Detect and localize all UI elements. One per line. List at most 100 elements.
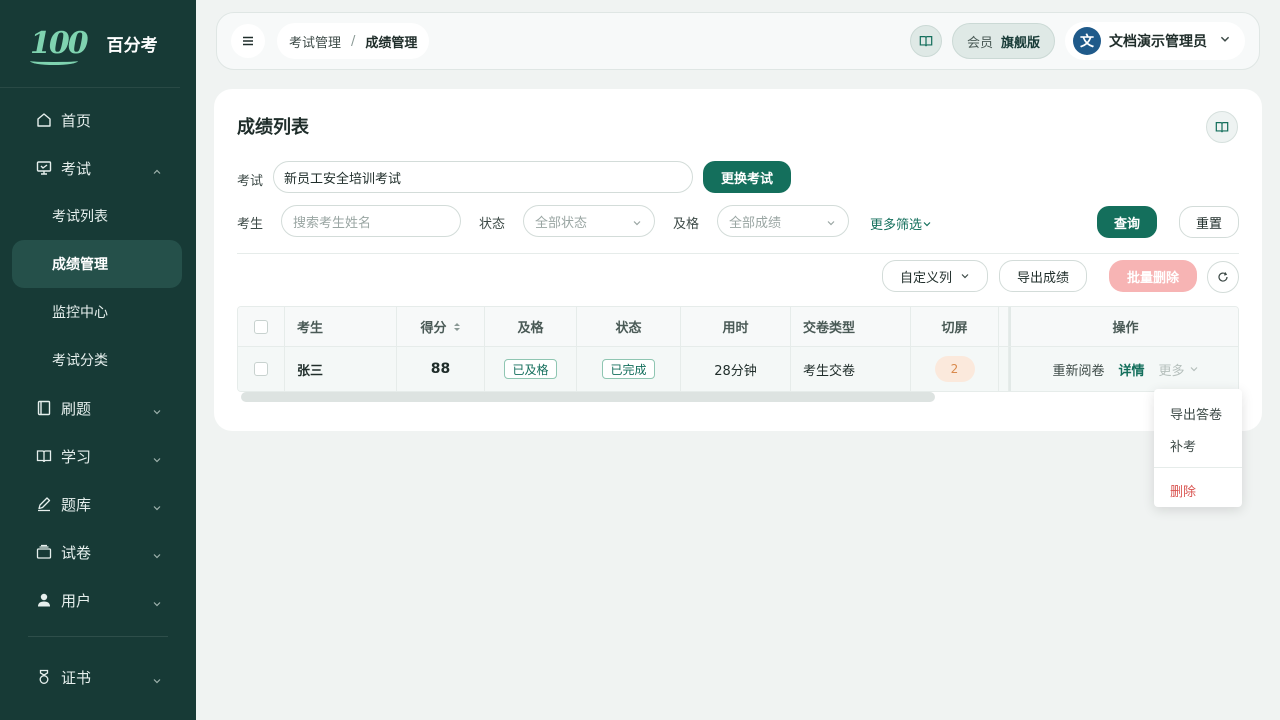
sidebar-item-exam[interactable]: 考试 (0, 144, 196, 192)
sidebar-item-papers[interactable]: 试卷 (0, 528, 196, 576)
header-status: 状态 (577, 307, 681, 346)
reset-button[interactable]: 重置 (1179, 206, 1239, 238)
membership-badge[interactable]: 会员 旗舰版 (951, 23, 1055, 59)
header-score-label: 得分 (420, 321, 447, 336)
header-score[interactable]: 得分 (397, 307, 485, 346)
score-table: 考生 得分 及格 状态 用时 交卷类型 切屏 操作 张三 88 已及格 已完成 … (237, 306, 1239, 392)
screen-switch-count: 2 (934, 356, 975, 382)
cell-submit-type: 考生交卷 (791, 347, 911, 391)
docs-button[interactable] (909, 25, 942, 57)
page-title: 成绩列表 (237, 117, 309, 138)
chevron-down-icon (152, 595, 162, 613)
table-horizontal-scrollbar[interactable] (241, 392, 935, 402)
breadcrumb-separator: / (351, 33, 356, 49)
exam-label: 考试 (237, 174, 264, 189)
pass-label: 及格 (673, 217, 700, 232)
chevron-down-icon (1219, 33, 1231, 49)
exam-field[interactable]: 新员工安全培训考试 (273, 161, 693, 193)
header-examinee: 考生 (285, 307, 397, 346)
menu-toggle-button[interactable] (231, 24, 265, 58)
book-open-icon (1215, 122, 1229, 133)
monitor-icon (36, 160, 52, 176)
score-value: 88 (430, 361, 451, 377)
sidebar-item-label: 试卷 (61, 543, 92, 562)
avatar: 文 (1073, 27, 1101, 55)
regrade-link[interactable]: 重新阅卷 (1052, 360, 1104, 379)
change-exam-button[interactable]: 更换考试 (703, 161, 791, 193)
makeup-exam-item[interactable]: 补考 (1154, 429, 1242, 461)
book-open-icon (919, 36, 933, 47)
select-all-checkbox[interactable] (254, 319, 268, 334)
sidebar-item-label: 刷题 (61, 399, 92, 418)
chevron-down-icon (152, 451, 162, 469)
custom-columns-label: 自定义列 (899, 270, 952, 286)
sidebar-subitem-exam-list[interactable]: 考试列表 (0, 192, 196, 240)
breadcrumb-item[interactable]: 考试管理 (289, 32, 341, 51)
chevron-down-icon (152, 499, 162, 517)
brand-name: 百分考 (106, 36, 158, 56)
chevron-down-icon (1190, 367, 1197, 372)
more-filters-label: 更多筛选 (870, 218, 923, 233)
chevron-down-icon (152, 547, 162, 565)
header-screen-switch: 切屏 (911, 307, 999, 346)
topbar-right: 会员 旗舰版 文 文档演示管理员 (909, 22, 1245, 60)
sidebar-item-certificates[interactable]: 证书 (0, 653, 196, 701)
cell-screen-switch: 2 (911, 347, 999, 391)
sidebar-item-question-bank[interactable]: 题库 (0, 480, 196, 528)
export-answer-sheet-item[interactable]: 导出答卷 (1154, 397, 1242, 429)
sidebar-subitem-score-management[interactable]: 成绩管理 (12, 240, 182, 288)
user-name: 文档演示管理员 (1109, 34, 1207, 50)
row-checkbox[interactable] (254, 362, 268, 376)
chevron-down-icon (632, 217, 642, 232)
help-docs-button[interactable] (1206, 111, 1238, 143)
sort-icon (453, 322, 461, 332)
medal-icon (36, 669, 52, 685)
sidebar-item-label: 考试 (61, 159, 92, 178)
brand[interactable]: 100 百分考 (0, 0, 180, 88)
pass-select[interactable]: 全部成绩 (717, 205, 849, 237)
chevron-down-icon (152, 672, 162, 690)
cell-score: 88 (397, 347, 485, 391)
examinee-name: 张三 (297, 363, 324, 379)
table-header: 考生 得分 及格 状态 用时 交卷类型 切屏 操作 (238, 307, 1238, 347)
query-button[interactable]: 查询 (1097, 206, 1157, 238)
cell-actions: 重新阅卷 详情 更多 (1009, 347, 1238, 391)
custom-columns-button[interactable]: 自定义列 (882, 260, 988, 292)
more-actions-dropdown: 导出答卷 补考 删除 (1154, 389, 1242, 507)
cell-pass: 已及格 (485, 347, 577, 391)
sidebar-item-home[interactable]: 首页 (0, 96, 196, 144)
sidebar-item-study[interactable]: 学习 (0, 432, 196, 480)
delete-item[interactable]: 删除 (1154, 474, 1242, 506)
sidebar-item-label: 证书 (61, 668, 92, 687)
user-menu[interactable]: 文 文档演示管理员 (1065, 22, 1245, 60)
hamburger-icon (243, 36, 253, 46)
details-link[interactable]: 详情 (1118, 360, 1144, 379)
sidebar-item-label: 学习 (61, 447, 92, 466)
membership-level: 旗舰版 (1000, 35, 1040, 51)
refresh-button[interactable] (1207, 261, 1239, 293)
home-icon (36, 112, 52, 128)
brand-logo: 100 (30, 26, 89, 65)
cell-gap (999, 347, 1009, 391)
breadcrumb-current: 成绩管理 (365, 35, 418, 51)
header-duration: 用时 (681, 307, 791, 346)
more-actions-link[interactable]: 更多 (1159, 360, 1199, 379)
sidebar-subitem-monitor-center[interactable]: 监控中心 (0, 288, 196, 336)
status-select[interactable]: 全部状态 (523, 205, 655, 237)
status-label: 状态 (479, 217, 506, 232)
sidebar-subitem-exam-category[interactable]: 考试分类 (0, 336, 196, 384)
sidebar-item-users[interactable]: 用户 (0, 576, 196, 624)
membership-label: 会员 (966, 35, 993, 51)
sidebar-item-practice[interactable]: 刷题 (0, 384, 196, 432)
topbar: 考试管理 / 成绩管理 会员 旗舰版 文 文档演示管理员 (216, 12, 1260, 70)
chevron-down-icon (826, 217, 836, 232)
header-checkbox-cell (238, 307, 285, 346)
user-icon (36, 592, 52, 608)
more-actions-label: 更多 (1158, 363, 1185, 379)
more-filters-link[interactable]: 更多筛选 (870, 214, 932, 233)
chevron-down-icon (152, 403, 162, 421)
examinee-search-input[interactable]: 搜索考生姓名 (281, 205, 461, 237)
row-checkbox-cell (238, 347, 285, 391)
batch-delete-button[interactable]: 批量删除 (1109, 260, 1197, 292)
export-scores-button[interactable]: 导出成绩 (999, 260, 1087, 292)
